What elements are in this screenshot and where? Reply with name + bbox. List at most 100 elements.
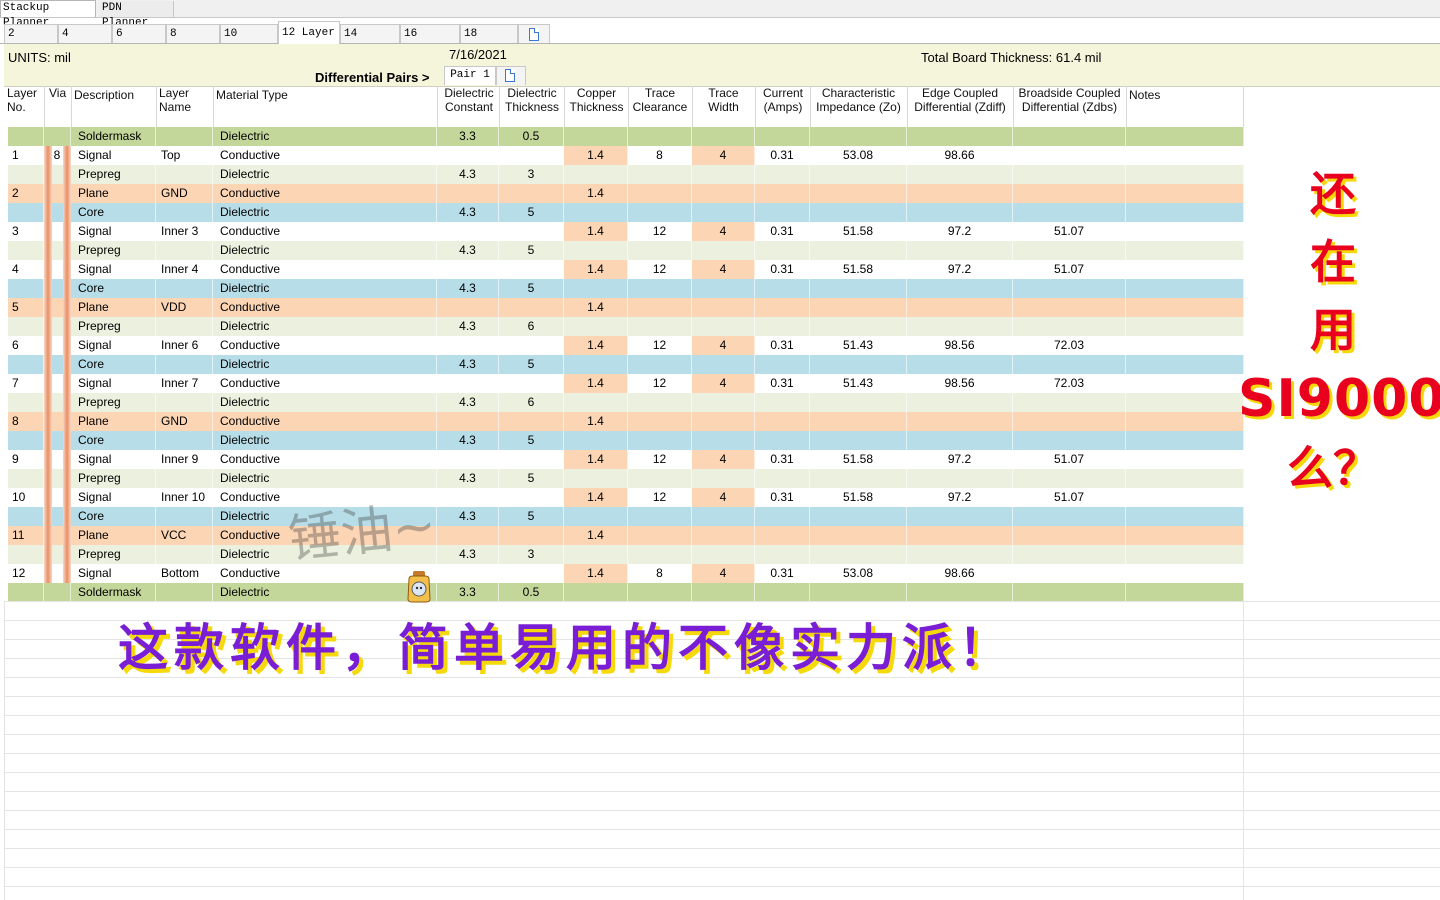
cell-cu[interactable]: 1.4	[564, 336, 628, 355]
table-row[interactable]: Prepreg Dielectric 4.3 5	[8, 469, 1244, 488]
cell-tw[interactable]	[692, 431, 755, 450]
cell-cu[interactable]: 1.4	[564, 260, 628, 279]
cell-zdiff[interactable]	[907, 241, 1013, 260]
cell-zdbs[interactable]	[1013, 564, 1126, 583]
cell-zdbs[interactable]	[1013, 127, 1126, 146]
cell-zo[interactable]: 51.58	[810, 488, 907, 507]
cell-desc[interactable]: Core	[71, 279, 156, 298]
cell-cu[interactable]: 1.4	[564, 412, 628, 431]
cell-tw[interactable]	[692, 545, 755, 564]
cell-zo[interactable]	[810, 507, 907, 526]
cell-name[interactable]: Bottom	[156, 564, 213, 583]
cell-cu[interactable]: 1.4	[564, 298, 628, 317]
table-row[interactable]: Prepreg Dielectric 4.3 6	[8, 317, 1244, 336]
cell-dt[interactable]	[499, 374, 564, 393]
table-row[interactable]: Core Dielectric 4.3 5	[8, 355, 1244, 374]
cell-no[interactable]: 3	[8, 222, 44, 241]
cell-zo[interactable]	[810, 127, 907, 146]
cell-zdiff[interactable]	[907, 431, 1013, 450]
tab-12-layer[interactable]: 12 Layer	[278, 21, 340, 44]
cell-cur[interactable]: 0.31	[755, 146, 810, 165]
cell-notes[interactable]	[1126, 393, 1244, 412]
cell-tc[interactable]	[628, 241, 692, 260]
cell-dt[interactable]	[499, 450, 564, 469]
cell-zo[interactable]	[810, 545, 907, 564]
cell-cu[interactable]: 1.4	[564, 488, 628, 507]
cell-cur[interactable]: 0.31	[755, 222, 810, 241]
tab-6-layer[interactable]: 6 Layer	[112, 24, 166, 59]
cell-cu[interactable]: 1.4	[564, 564, 628, 583]
cell-zdbs[interactable]	[1013, 184, 1126, 203]
cell-tc[interactable]	[628, 317, 692, 336]
cell-dt[interactable]: 5	[499, 469, 564, 488]
cell-notes[interactable]	[1126, 260, 1244, 279]
cell-dk[interactable]	[437, 260, 499, 279]
cell-dk[interactable]	[437, 526, 499, 545]
cell-name[interactable]: Inner 9	[156, 450, 213, 469]
cell-dk[interactable]: 4.3	[437, 203, 499, 222]
cell-dk[interactable]: 4.3	[437, 279, 499, 298]
cell-cur[interactable]	[755, 317, 810, 336]
cell-dt[interactable]: 5	[499, 355, 564, 374]
cell-tw[interactable]	[692, 355, 755, 374]
cell-no[interactable]	[8, 545, 44, 564]
cell-cur[interactable]: 0.31	[755, 450, 810, 469]
cell-cu[interactable]: 1.4	[564, 184, 628, 203]
cell-via[interactable]	[44, 564, 71, 583]
cell-cu[interactable]	[564, 393, 628, 412]
cell-desc[interactable]: Plane	[71, 412, 156, 431]
cell-desc[interactable]: Plane	[71, 526, 156, 545]
cell-cur[interactable]	[755, 298, 810, 317]
cell-dt[interactable]: 0.5	[499, 583, 564, 602]
cell-tw[interactable]	[692, 507, 755, 526]
cell-dk[interactable]: 4.3	[437, 317, 499, 336]
cell-tc[interactable]	[628, 165, 692, 184]
cell-tc[interactable]	[628, 431, 692, 450]
table-row[interactable]: 3 Signal Inner 3 Conductive 1.4 12 4 0.31 51.58 9…	[8, 222, 1244, 241]
cell-name[interactable]	[156, 317, 213, 336]
cell-mat[interactable]: Conductive	[213, 298, 437, 317]
cell-mat[interactable]: Conductive	[213, 374, 437, 393]
cell-dt[interactable]: 5	[499, 431, 564, 450]
cell-tc[interactable]: 12	[628, 488, 692, 507]
table-row[interactable]: 4 Signal Inner 4 Conductive 1.4 12 4 0.31 51.58 9…	[8, 260, 1244, 279]
cell-mat[interactable]: Conductive	[213, 146, 437, 165]
cell-notes[interactable]	[1126, 355, 1244, 374]
cell-no[interactable]	[8, 507, 44, 526]
cell-tw[interactable]	[692, 583, 755, 602]
cell-zdiff[interactable]	[907, 279, 1013, 298]
cell-tw[interactable]: 4	[692, 488, 755, 507]
cell-zo[interactable]	[810, 317, 907, 336]
cell-dk[interactable]	[437, 298, 499, 317]
table-row[interactable]: 6 Signal Inner 6 Conductive 1.4 12 4 0.31 51.43 9…	[8, 336, 1244, 355]
cell-name[interactable]: Top	[156, 146, 213, 165]
cell-no[interactable]	[8, 241, 44, 260]
cell-zdbs[interactable]	[1013, 526, 1126, 545]
cell-name[interactable]	[156, 431, 213, 450]
table-row[interactable]: Prepreg Dielectric 4.3 5	[8, 241, 1244, 260]
cell-desc[interactable]: Plane	[71, 298, 156, 317]
cell-via[interactable]	[44, 298, 71, 317]
cell-via[interactable]	[44, 355, 71, 374]
table-row[interactable]: 9 Signal Inner 9 Conductive 1.4 12 4 0.31 51.58 9…	[8, 450, 1244, 469]
cell-notes[interactable]	[1126, 184, 1244, 203]
cell-zdiff[interactable]	[907, 393, 1013, 412]
cell-no[interactable]: 6	[8, 336, 44, 355]
cell-desc[interactable]: Signal	[71, 222, 156, 241]
cell-dt[interactable]: 5	[499, 203, 564, 222]
cell-no[interactable]: 4	[8, 260, 44, 279]
cell-desc[interactable]: Prepreg	[71, 165, 156, 184]
cell-mat[interactable]: Conductive	[213, 336, 437, 355]
cell-mat[interactable]: Conductive	[213, 412, 437, 431]
cell-dt[interactable]: 5	[499, 279, 564, 298]
cell-zo[interactable]	[810, 298, 907, 317]
cell-zdbs[interactable]: 51.07	[1013, 450, 1126, 469]
cell-no[interactable]: 7	[8, 374, 44, 393]
cell-dk[interactable]: 4.3	[437, 469, 499, 488]
cell-tc[interactable]	[628, 507, 692, 526]
cell-dt[interactable]: 6	[499, 393, 564, 412]
cell-no[interactable]	[8, 393, 44, 412]
cell-name[interactable]: GND	[156, 184, 213, 203]
cell-zdiff[interactable]	[907, 545, 1013, 564]
table-row[interactable]: Prepreg Dielectric 4.3 3	[8, 165, 1244, 184]
